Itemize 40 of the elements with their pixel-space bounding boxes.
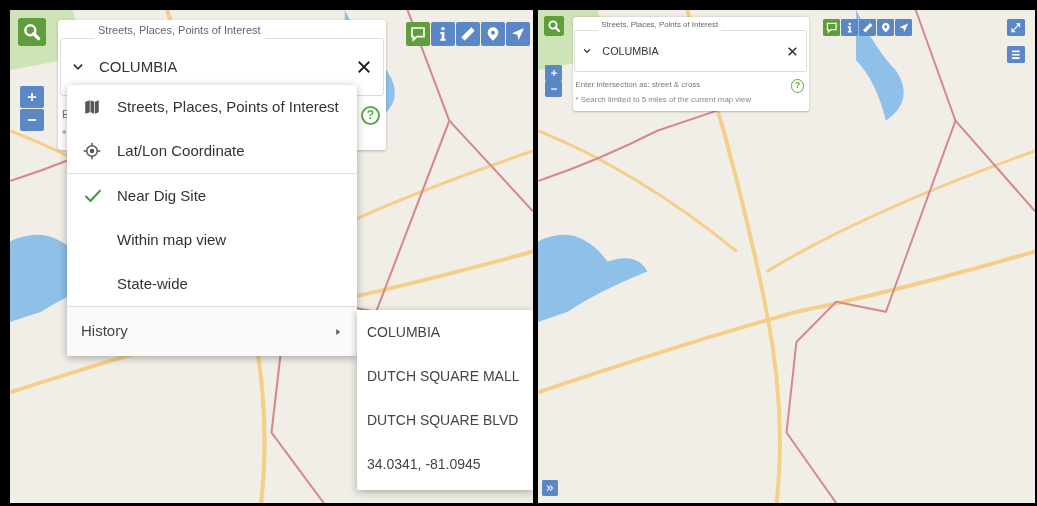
hint-text: Enter intersection as: street & cross bbox=[575, 79, 701, 91]
menu-item[interactable]: Lat/Lon Coordinate bbox=[67, 129, 357, 173]
search-icon bbox=[546, 18, 561, 33]
list-icon bbox=[1010, 48, 1022, 61]
search-input[interactable]: COLUMBIA bbox=[602, 42, 777, 60]
location-pin-icon bbox=[485, 26, 501, 42]
layers-menu-button[interactable] bbox=[1007, 46, 1025, 64]
search-icon bbox=[22, 22, 42, 42]
note-text: * Search limited to 5 miles of the current map view bbox=[575, 93, 752, 106]
ruler-button[interactable] bbox=[456, 22, 480, 46]
search-input[interactable]: COLUMBIA bbox=[99, 55, 341, 79]
navigation-arrow-icon bbox=[510, 26, 526, 42]
zoom-out-button[interactable] bbox=[20, 109, 44, 131]
note-text: * bbox=[62, 127, 67, 142]
zoom-out-button[interactable] bbox=[545, 81, 563, 98]
clear-button[interactable] bbox=[355, 58, 373, 76]
recent-search-entry[interactable]: DUTCH SQUARE MALL bbox=[357, 354, 533, 398]
map-icon bbox=[83, 98, 101, 116]
menu-item[interactable]: Near Dig Site bbox=[67, 174, 357, 218]
info-button[interactable] bbox=[431, 22, 455, 46]
recent-search-entry[interactable]: DUTCH SQUARE BLVD bbox=[357, 398, 533, 442]
crosshair-icon bbox=[83, 142, 101, 160]
menu-item[interactable]: State-wide bbox=[67, 262, 357, 306]
zoom-in-button[interactable] bbox=[20, 86, 44, 108]
speech-bubble-icon bbox=[410, 26, 426, 42]
navigate-button[interactable] bbox=[506, 22, 530, 46]
recent-search-entry[interactable]: 34.0341, -81.0945 bbox=[357, 442, 533, 486]
history-menu-item[interactable]: History bbox=[67, 306, 357, 356]
pin-button[interactable] bbox=[481, 22, 505, 46]
plus-icon bbox=[25, 90, 39, 104]
expand-panel-button[interactable] bbox=[542, 480, 559, 496]
search-button[interactable] bbox=[18, 18, 46, 46]
navigation-arrow-icon bbox=[897, 21, 910, 33]
menu-item[interactable]: Within map view bbox=[67, 218, 357, 262]
ruler-icon bbox=[861, 21, 874, 33]
recent-search-entry[interactable]: COLUMBIA bbox=[357, 310, 533, 354]
ruler-icon bbox=[460, 26, 476, 42]
close-icon bbox=[355, 58, 373, 76]
comment-button[interactable] bbox=[406, 22, 430, 46]
location-pin-icon bbox=[879, 21, 892, 33]
